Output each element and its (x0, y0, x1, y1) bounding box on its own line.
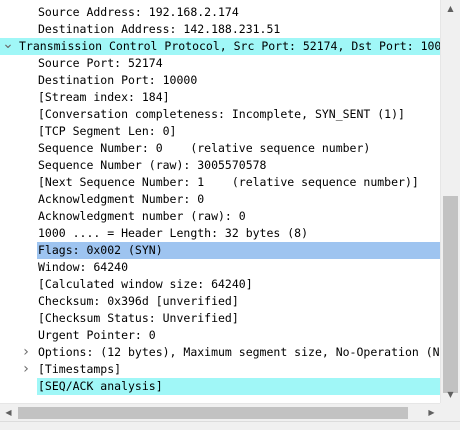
vertical-scrollbar[interactable]: ▲ ▼ (440, 0, 460, 403)
tree-row-label: 1000 .... = Header Length: 32 bytes (8) (38, 226, 309, 240)
tree-row-label: [Conversation completeness: Incomplete, … (38, 107, 405, 121)
tree-row[interactable]: [Conversation completeness: Incomplete, … (0, 106, 440, 123)
tree-row[interactable]: Sequence Number: 0 (relative sequence nu… (0, 140, 440, 157)
tree-row[interactable]: ›[SEQ/ACK analysis] (37, 378, 440, 395)
tree-row[interactable]: [TCP Segment Len: 0] (0, 123, 440, 140)
tree-row[interactable]: ›Flags: 0x002 (SYN) (37, 242, 440, 259)
tree-row[interactable]: [Next Sequence Number: 1 (relative seque… (0, 174, 440, 191)
tree-row[interactable]: Source Address: 192.168.2.174 (0, 4, 440, 21)
tree-row-label: [Checksum Status: Unverified] (38, 311, 239, 325)
tree-row-label: Options: (12 bytes), Maximum segment siz… (38, 345, 440, 359)
packet-details-tree[interactable]: Source Address: 192.168.2.174 Destination… (0, 0, 440, 403)
tree-row-label: Window: 64240 (38, 260, 129, 274)
tree-row-label: [Next Sequence Number: 1 (relative seque… (38, 175, 419, 189)
tree-row-label: Sequence Number: 0 (relative sequence nu… (38, 141, 371, 155)
tree-row[interactable]: Destination Port: 10000 (0, 72, 440, 89)
tree-row-label: [TCP Segment Len: 0] (38, 124, 177, 138)
tree-row-label: Acknowledgment number (raw): 0 (38, 209, 246, 223)
tree-row[interactable]: [Stream index: 184] (0, 89, 440, 106)
horizontal-scrollbar[interactable]: ◀ ▶ (0, 403, 440, 422)
tree-row[interactable]: Urgent Pointer: 0 (0, 327, 440, 344)
tree-row-label: Flags: 0x002 (SYN) (38, 243, 163, 257)
tree-row[interactable]: Destination Address: 142.188.231.51 (0, 21, 440, 38)
tree-row-label: Checksum: 0x396d [unverified] (38, 294, 239, 308)
tree-row-label: [Calculated window size: 64240] (38, 277, 253, 291)
tree-row-label: [SEQ/ACK analysis] (38, 379, 163, 393)
tree-row[interactable]: [Calculated window size: 64240] (0, 276, 440, 293)
tree-row-label: Source Port: 52174 (38, 56, 163, 70)
tree-row[interactable]: Window: 64240 (0, 259, 440, 276)
tree-row-label: Transmission Control Protocol, Src Port:… (19, 39, 440, 53)
tree-row[interactable]: [Checksum Status: Unverified] (0, 310, 440, 327)
tree-row[interactable]: Checksum: 0x396d [unverified] (0, 293, 440, 310)
tree-row-label: Source Address: 192.168.2.174 (38, 5, 239, 19)
tree-row-label: [Timestamps] (38, 362, 122, 376)
vertical-scroll-thumb[interactable] (443, 196, 458, 393)
scrollbar-corner (440, 403, 460, 421)
tree-row-label: Sequence Number (raw): 3005570578 (38, 158, 267, 172)
tree-row[interactable]: ⌄ Transmission Control Protocol, Src Port… (0, 38, 440, 55)
tree-row[interactable]: 1000 .... = Header Length: 32 bytes (8) (0, 225, 440, 242)
arrow-right-icon[interactable]: ▶ (423, 404, 440, 422)
tree-row-label: Acknowledgment Number: 0 (38, 192, 205, 206)
arrow-left-icon[interactable]: ◀ (0, 404, 17, 422)
tree-row-label: Destination Port: 10000 (38, 73, 198, 87)
tree-row[interactable]: › Options: (12 bytes), Maximum segment si… (0, 344, 440, 361)
chevron-right-icon[interactable]: › (20, 361, 32, 378)
tree-row-label: Destination Address: 142.188.231.51 (38, 22, 281, 36)
chevron-right-icon[interactable]: › (20, 344, 32, 361)
arrow-up-icon[interactable]: ▲ (441, 0, 460, 17)
tree-row-label: Urgent Pointer: 0 (38, 328, 156, 342)
horizontal-scroll-thumb[interactable] (18, 407, 408, 419)
tree-row[interactable]: Source Port: 52174 (0, 55, 440, 72)
arrow-down-icon[interactable]: ▼ (441, 386, 460, 403)
tree-row[interactable]: Acknowledgment Number: 0 (0, 191, 440, 208)
chevron-down-icon[interactable]: ⌄ (2, 38, 14, 55)
tree-row[interactable]: Sequence Number (raw): 3005570578 (0, 157, 440, 174)
tree-row[interactable]: › [Timestamps] (0, 361, 440, 378)
tree-row[interactable]: Acknowledgment number (raw): 0 (0, 208, 440, 225)
tree-row-label: [Stream index: 184] (38, 90, 170, 104)
